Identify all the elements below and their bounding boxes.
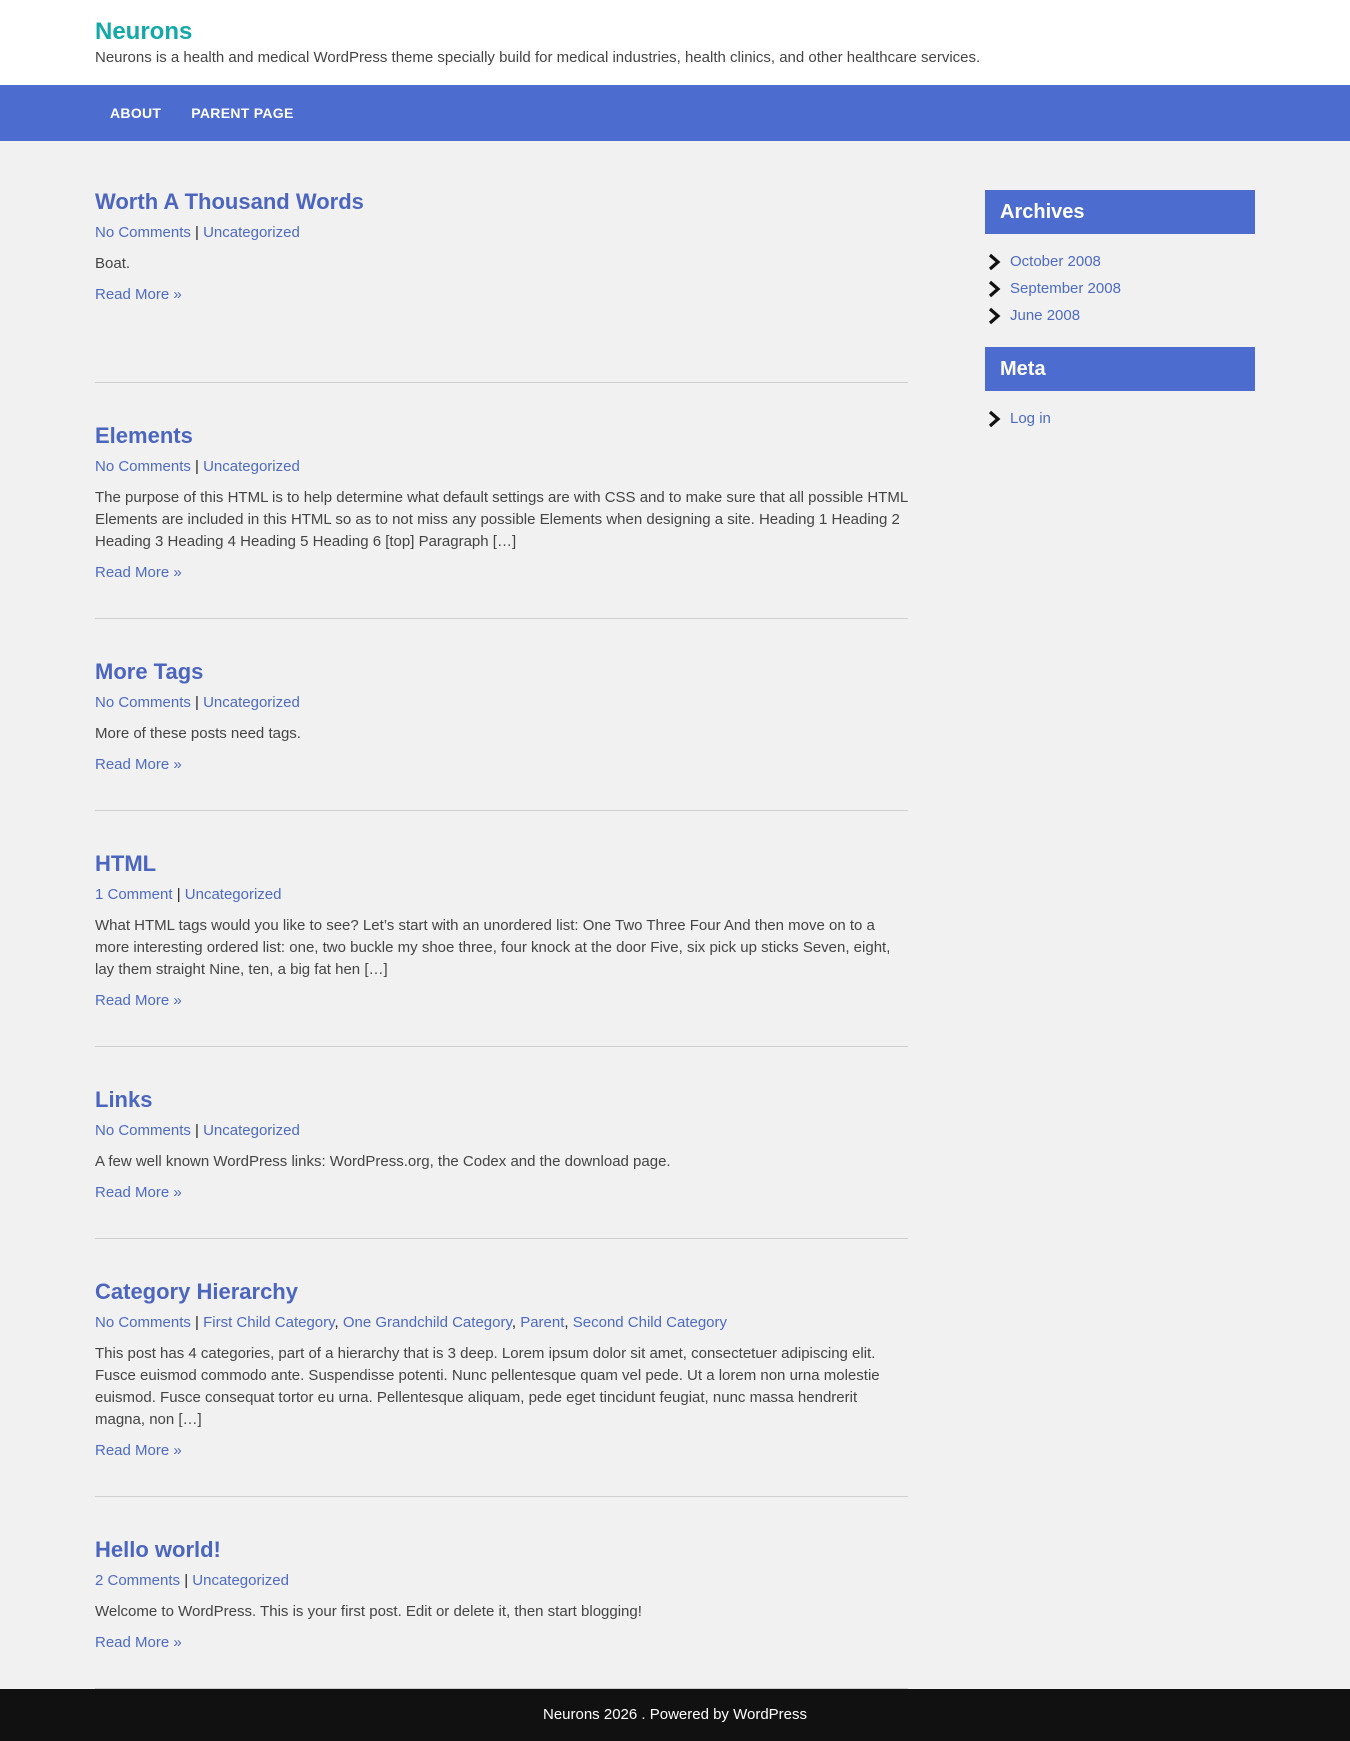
- post-title-link[interactable]: Category Hierarchy: [95, 1279, 908, 1305]
- post-meta: 2 Comments | Uncategorized: [95, 1572, 289, 1589]
- post-excerpt: A few well known WordPress links: WordPr…: [95, 1153, 671, 1170]
- list-item: Log in: [985, 405, 1255, 432]
- main-nav: ABOUT PARENT PAGE: [0, 85, 1350, 141]
- chevron-right-icon: [985, 409, 1005, 429]
- post-title-link[interactable]: More Tags: [95, 659, 908, 685]
- nav-item-parent-page[interactable]: PARENT PAGE: [176, 85, 308, 141]
- nav-item-about[interactable]: ABOUT: [95, 85, 176, 141]
- chevron-right-icon: [985, 306, 1005, 326]
- archive-link[interactable]: October 2008: [1010, 253, 1101, 270]
- post-meta: No Comments | Uncategorized: [95, 694, 300, 711]
- category-link[interactable]: Uncategorized: [185, 886, 282, 903]
- category-link[interactable]: Uncategorized: [203, 224, 300, 241]
- list-item: September 2008: [985, 275, 1255, 302]
- category-link[interactable]: Parent: [520, 1314, 564, 1331]
- login-link[interactable]: Log in: [1010, 410, 1051, 427]
- post-excerpt: Welcome to WordPress. This is your first…: [95, 1603, 642, 1620]
- site-title-link[interactable]: Neurons: [95, 17, 1350, 47]
- footer-text: Neurons 2026 . Powered by WordPress: [542, 1706, 808, 1723]
- chevron-right-icon: [985, 279, 1005, 299]
- read-more-link[interactable]: Read More »: [95, 991, 908, 1011]
- post: HTML 1 Comment | Uncategorized What HTML…: [95, 811, 908, 1047]
- archive-link[interactable]: September 2008: [1010, 280, 1121, 297]
- list-item: October 2008: [985, 248, 1255, 275]
- archive-link[interactable]: June 2008: [1010, 307, 1080, 324]
- post-meta: No Comments | Uncategorized: [95, 458, 300, 475]
- post: Elements No Comments | Uncategorized The…: [95, 383, 908, 619]
- read-more-link[interactable]: Read More »: [95, 563, 908, 583]
- list-item: June 2008: [985, 302, 1255, 329]
- comments-link[interactable]: 2 Comments: [95, 1572, 180, 1589]
- comments-link[interactable]: No Comments: [95, 1314, 191, 1331]
- meta-list: Log in: [985, 405, 1255, 432]
- post: Category Hierarchy No Comments | First C…: [95, 1239, 908, 1497]
- archives-widget: Archives October 2008 September 2008 Jun…: [985, 190, 1255, 329]
- site-description: Neurons is a health and medical WordPres…: [95, 49, 981, 66]
- comments-link[interactable]: No Comments: [95, 224, 191, 241]
- post: More Tags No Comments | Uncategorized Mo…: [95, 619, 908, 811]
- comments-link[interactable]: 1 Comment: [95, 886, 173, 903]
- post-meta: No Comments | Uncategorized: [95, 1122, 300, 1139]
- post-meta: No Comments | Uncategorized: [95, 224, 300, 241]
- read-more-link[interactable]: Read More »: [95, 1633, 908, 1653]
- post: Worth A Thousand Words No Comments | Unc…: [95, 189, 908, 383]
- post-title-link[interactable]: Hello world!: [95, 1537, 908, 1563]
- category-link[interactable]: Uncategorized: [203, 694, 300, 711]
- post-meta: No Comments | First Child Category, One …: [95, 1314, 728, 1331]
- meta-widget-title: Meta: [985, 347, 1255, 391]
- post-excerpt: Boat.: [95, 255, 131, 272]
- chevron-right-icon: [985, 252, 1005, 272]
- read-more-link[interactable]: Read More »: [95, 1183, 908, 1203]
- archives-list: October 2008 September 2008 June 2008: [985, 248, 1255, 329]
- read-more-link[interactable]: Read More »: [95, 755, 908, 775]
- post-excerpt: What HTML tags would you like to see? Le…: [95, 917, 891, 978]
- category-link[interactable]: Uncategorized: [203, 1122, 300, 1139]
- post-excerpt: The purpose of this HTML is to help dete…: [95, 489, 908, 550]
- meta-widget: Meta Log in: [985, 347, 1255, 432]
- category-link[interactable]: First Child Category: [203, 1314, 334, 1331]
- post-title-link[interactable]: Links: [95, 1087, 908, 1113]
- post-title-link[interactable]: Worth A Thousand Words: [95, 189, 908, 215]
- read-more-link[interactable]: Read More »: [95, 1441, 908, 1461]
- site-footer: Neurons 2026 . Powered by WordPress: [0, 1689, 1350, 1741]
- post-list: Worth A Thousand Words No Comments | Unc…: [95, 189, 908, 1689]
- archives-widget-title: Archives: [985, 190, 1255, 234]
- read-more-link[interactable]: Read More »: [95, 285, 908, 305]
- site-header: Neurons Neurons is a health and medical …: [0, 0, 1350, 85]
- sidebar: Archives October 2008 September 2008 Jun…: [985, 190, 1255, 432]
- post: Links No Comments | Uncategorized A few …: [95, 1047, 908, 1239]
- comments-link[interactable]: No Comments: [95, 458, 191, 475]
- category-link[interactable]: Uncategorized: [203, 458, 300, 475]
- comments-link[interactable]: No Comments: [95, 1122, 191, 1139]
- post-meta: 1 Comment | Uncategorized: [95, 886, 282, 903]
- category-link[interactable]: Second Child Category: [573, 1314, 727, 1331]
- post-title-link[interactable]: HTML: [95, 851, 908, 877]
- post: Hello world! 2 Comments | Uncategorized …: [95, 1497, 908, 1689]
- comments-link[interactable]: No Comments: [95, 694, 191, 711]
- post-excerpt: More of these posts need tags.: [95, 725, 301, 742]
- category-link[interactable]: Uncategorized: [192, 1572, 289, 1589]
- post-title-link[interactable]: Elements: [95, 423, 908, 449]
- post-excerpt: This post has 4 categories, part of a hi…: [95, 1345, 880, 1428]
- category-link[interactable]: One Grandchild Category: [343, 1314, 512, 1331]
